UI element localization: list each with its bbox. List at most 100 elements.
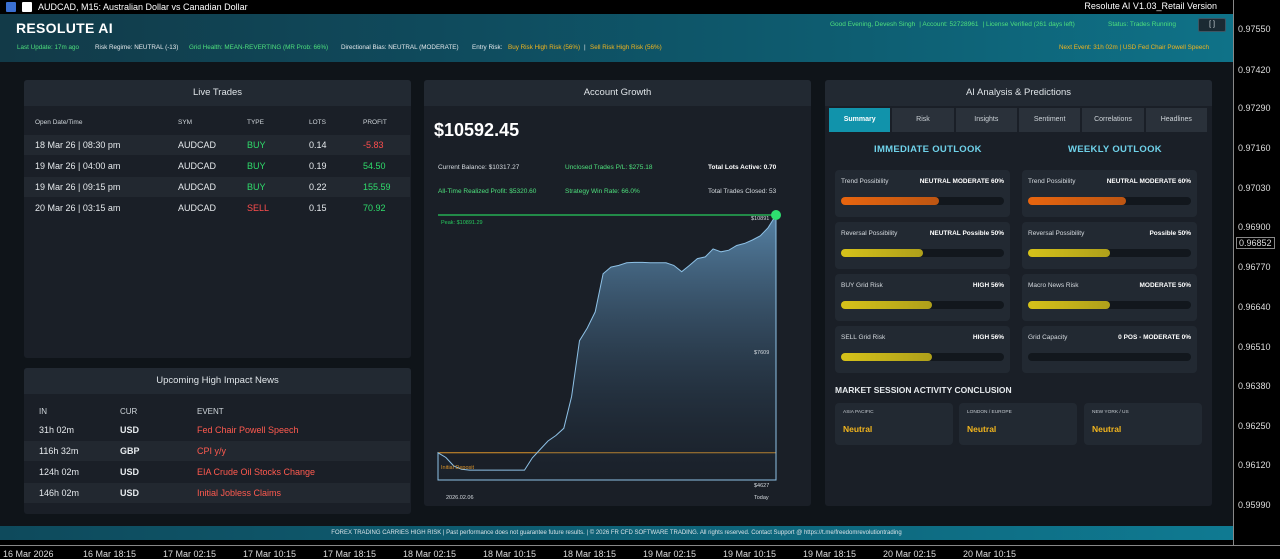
trade-profit: 155.59 <box>363 182 391 192</box>
level-fill <box>841 249 923 257</box>
news-row[interactable]: 31h 02m USD Fed Chair Powell Speech <box>24 420 410 440</box>
price-tick: 0.96510 <box>1238 342 1271 352</box>
x-label-end: Today <box>754 495 769 501</box>
news-currency: USD <box>120 467 140 477</box>
tab-correlations[interactable]: Correlations <box>1082 108 1144 132</box>
y-label-mid: $7609 <box>754 350 769 356</box>
news-countdown: 116h 32m <box>39 446 79 456</box>
outlook-card: Trend Possibility NEUTRAL MODERATE 60% <box>835 170 1010 217</box>
time-tick: 18 Mar 18:15 <box>563 549 617 559</box>
news-row[interactable]: 146h 02m USD Initial Jobless Claims <box>24 483 410 503</box>
live-trades-panel: Live Trades Open Date/Time SYM TYPE LOTS… <box>24 80 411 358</box>
trade-row[interactable]: 19 Mar 26 | 09:15 pm AUDCAD BUY 0.22 155… <box>24 177 410 197</box>
time-tick: 17 Mar 10:15 <box>243 549 297 559</box>
time-tick: 17 Mar 02:15 <box>163 549 217 559</box>
trade-row[interactable]: 19 Mar 26 | 04:00 am AUDCAD BUY 0.19 54.… <box>24 156 410 176</box>
dashboard: RESOLUTE AI Good Evening, Devesh Singh | … <box>0 14 1233 540</box>
window-title: AUDCAD, M15: Australian Dollar vs Canadi… <box>38 2 248 12</box>
news-title: Upcoming High Impact News <box>24 368 411 394</box>
session-label: LONDON / EUROPE <box>967 410 1012 415</box>
news-currency: USD <box>120 425 140 435</box>
outlook-card: SELL Grid Risk HIGH 56% <box>835 326 1010 373</box>
trade-profit: -5.83 <box>363 140 384 150</box>
level-bar <box>841 197 1004 205</box>
level-bar <box>1028 197 1191 205</box>
ea-version: Resolute AI V1.03_Retail Version <box>1084 1 1217 11</box>
trade-type: SELL <box>247 203 270 213</box>
trade-profit: 54.50 <box>363 161 386 171</box>
news-event: Initial Jobless Claims <box>197 488 282 498</box>
price-tick: 0.96640 <box>1238 302 1271 312</box>
card-value: MODERATE 50% <box>1139 282 1191 289</box>
directional-bias: Directional Bias: NEUTRAL (MODERATE) <box>341 44 459 51</box>
card-label: SELL Grid Risk <box>841 334 886 341</box>
peak-marker[interactable] <box>771 210 781 220</box>
ai-tabs: Summary Risk Insights Sentiment Correlat… <box>829 108 1207 132</box>
outlook-card: Reversal Possibility Possible 50% <box>1022 222 1197 269</box>
time-tick: 19 Mar 02:15 <box>643 549 697 559</box>
level-bar <box>1028 353 1191 361</box>
news-panel: Upcoming High Impact News IN CUR EVENT 3… <box>24 368 411 514</box>
account-growth-panel: Account Growth $10592.45 Current Balance… <box>424 80 811 506</box>
col-in: IN <box>39 407 47 416</box>
session-value: Neutral <box>843 424 873 434</box>
footer-disclaimer: FOREX TRADING CARRIES HIGH RISK | Past p… <box>0 526 1233 540</box>
card-label: Reversal Possibility <box>841 230 898 237</box>
grid-icon[interactable] <box>6 2 16 12</box>
trade-row[interactable]: 20 Mar 26 | 03:15 am AUDCAD SELL 0.15 70… <box>24 198 410 218</box>
tab-risk[interactable]: Risk <box>892 108 954 132</box>
card-value: NEUTRAL Possible 50% <box>929 230 1004 237</box>
tab-insights[interactable]: Insights <box>955 108 1017 132</box>
session-label: ASIA PACIFIC <box>843 410 874 415</box>
price-tick: 0.96250 <box>1238 421 1271 431</box>
news-currency: USD <box>120 488 140 498</box>
trade-type: BUY <box>247 182 266 192</box>
price-axis[interactable]: 0.97550 0.97420 0.97290 0.97160 0.97030 … <box>1233 0 1280 545</box>
col-type: TYPE <box>247 119 264 126</box>
card-label: Trend Possibility <box>1028 178 1076 185</box>
col-sym: SYM <box>178 119 193 126</box>
chart-icon[interactable] <box>22 2 32 12</box>
price-tick: 0.97160 <box>1238 143 1271 153</box>
trade-symbol: AUDCAD <box>178 140 217 150</box>
price-tick: 0.96770 <box>1238 262 1271 272</box>
card-value: 0 POS - MODERATE 0% <box>1118 334 1191 341</box>
ai-title: AI Analysis & Predictions <box>825 80 1212 106</box>
trade-lots: 0.15 <box>309 203 327 213</box>
outlook-card: BUY Grid Risk HIGH 56% <box>835 274 1010 321</box>
trade-type: BUY <box>247 161 266 171</box>
entry-risk-sell: Sell Risk High Risk (56%) <box>590 44 662 51</box>
level-bar <box>1028 249 1191 257</box>
level-bar <box>841 353 1004 361</box>
growth-chart: Peak: $10891.29 Initial Deposit $10891 $… <box>437 210 781 501</box>
time-axis[interactable]: 16 Mar 2026 16 Mar 18:15 17 Mar 02:15 17… <box>0 545 1280 559</box>
news-row[interactable]: 124h 02m USD EIA Crude Oil Stocks Change <box>24 462 410 482</box>
next-event: Next Event: 31h 02m | USD Fed Chair Powe… <box>1059 44 1210 51</box>
tab-sentiment[interactable]: Sentiment <box>1018 108 1081 132</box>
time-tick: 17 Mar 18:15 <box>323 549 377 559</box>
account-info: Good Evening, Devesh Singh | Account: 527… <box>830 21 1075 28</box>
outlook-card: Grid Capacity 0 POS - MODERATE 0% <box>1022 326 1197 373</box>
price-tick: 0.95990 <box>1238 500 1271 510</box>
header-toggle-button[interactable]: [ ] <box>1198 18 1226 32</box>
col-open-time: Open Date/Time <box>35 119 83 126</box>
trade-lots: 0.14 <box>309 140 327 150</box>
trade-row[interactable]: 18 Mar 26 | 08:30 pm AUDCAD BUY 0.14 -5.… <box>24 135 410 155</box>
trade-type: BUY <box>247 140 266 150</box>
level-bar <box>841 301 1004 309</box>
outlook-card: Macro News Risk MODERATE 50% <box>1022 274 1197 321</box>
time-tick: 16 Mar 2026 <box>3 549 54 559</box>
trade-symbol: AUDCAD <box>178 182 217 192</box>
brand-title: RESOLUTE AI <box>16 20 113 36</box>
tab-headlines[interactable]: Headlines <box>1145 108 1207 132</box>
news-event: EIA Crude Oil Stocks Change <box>197 467 316 477</box>
tab-summary[interactable]: Summary <box>829 108 891 132</box>
time-tick: 18 Mar 02:15 <box>403 549 457 559</box>
col-cur: CUR <box>120 407 138 416</box>
last-update: Last Update: 17m ago <box>17 44 79 51</box>
live-trades-title: Live Trades <box>24 80 411 106</box>
outlook-card: Reversal Possibility NEUTRAL Possible 50% <box>835 222 1010 269</box>
news-row[interactable]: 116h 32m GBP CPI y/y <box>24 441 410 461</box>
session-asia: ASIA PACIFIC Neutral <box>835 403 953 445</box>
level-bar <box>841 249 1004 257</box>
